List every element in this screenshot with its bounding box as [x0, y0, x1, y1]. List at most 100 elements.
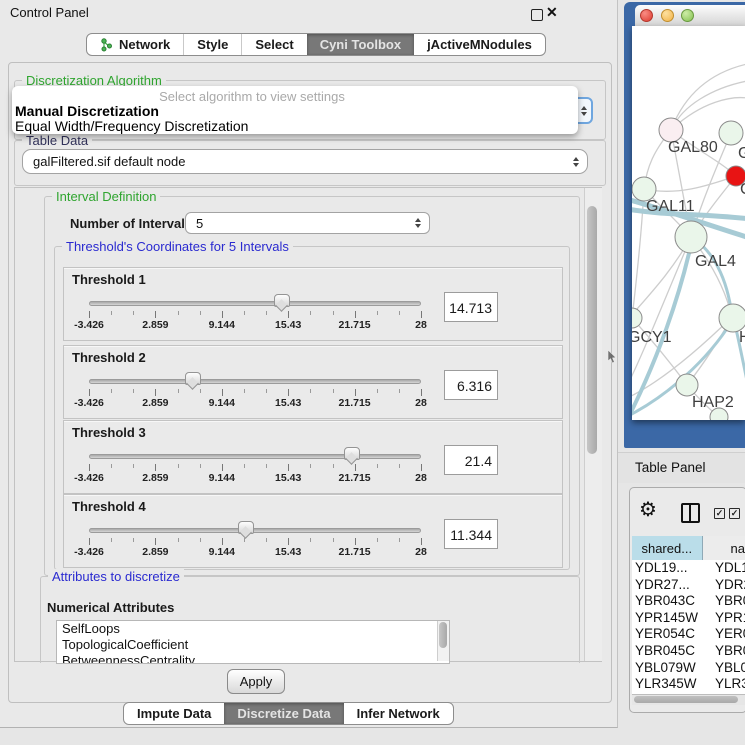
table-hscrollbar-thumb[interactable]	[634, 696, 738, 703]
settings-scrollbar-thumb[interactable]	[587, 206, 597, 454]
close-window-icon[interactable]: ✕	[546, 4, 558, 21]
slider-tick	[355, 538, 356, 545]
slider-tick	[310, 464, 311, 468]
tick-label: 28	[391, 397, 451, 409]
table-row[interactable]: YDL19...YDL1	[632, 560, 745, 577]
table-row[interactable]: YLR345WYLR3	[632, 676, 745, 693]
cell-name[interactable]: YER0	[714, 626, 745, 643]
float-window-icon[interactable]	[531, 9, 543, 21]
close-traffic-light-icon[interactable]	[640, 9, 653, 22]
slider-tick	[355, 464, 356, 471]
tick-label: 9.144	[192, 319, 252, 331]
table-row[interactable]: YBR045CYBR0	[632, 643, 745, 660]
slider-track[interactable]	[89, 528, 421, 533]
attribute-item[interactable]: TopologicalCoefficient	[57, 637, 449, 653]
attribute-item[interactable]: SelfLoops	[57, 621, 449, 637]
algorithm-option-equal-width[interactable]: Equal Width/Frequency Discretization	[15, 118, 248, 134]
slider-thumb[interactable]	[185, 372, 201, 385]
cell-name[interactable]: YPR1	[714, 610, 745, 627]
table-hscrollbar-track[interactable]	[632, 694, 745, 705]
threshold-value-field[interactable]: 21.4	[444, 445, 498, 475]
mouse-cursor	[607, 350, 618, 364]
tab-network[interactable]: Network	[87, 34, 183, 55]
apply-button[interactable]: Apply	[227, 669, 285, 694]
cell-shared-name[interactable]: YLR345W	[632, 676, 714, 693]
zoom-traffic-light-icon[interactable]	[681, 9, 694, 22]
slider-tick	[178, 464, 179, 468]
slider-thumb[interactable]	[344, 447, 360, 460]
stepper-arrows-icon	[415, 215, 421, 231]
column-header-name[interactable]: na	[703, 536, 745, 560]
cell-shared-name[interactable]: YBL079W	[632, 660, 714, 677]
table-row[interactable]: YBR043CYBR0	[632, 593, 745, 610]
network-node[interactable]	[632, 308, 642, 328]
cell-shared-name[interactable]: YER054C	[632, 626, 714, 643]
column-header-shared-name[interactable]: shared...	[632, 536, 703, 560]
slider-thumb[interactable]	[238, 521, 254, 534]
tick-label: 9.144	[192, 397, 252, 409]
threshold-value-field[interactable]: 11.344	[444, 519, 498, 549]
table-panel-title: Table Panel	[635, 460, 706, 475]
network-view-window[interactable]: GAL80 G GAL11 C GAL4 GCY1 H HAP2	[624, 2, 745, 448]
slider-track[interactable]	[89, 454, 421, 459]
slider-tick	[333, 464, 334, 468]
numerical-attributes-list[interactable]: SelfLoopsTopologicalCoefficientBetweenne…	[56, 620, 450, 664]
table-row[interactable]: YBL079WYBL0	[632, 660, 745, 677]
slider-tick	[421, 464, 422, 471]
network-node[interactable]	[719, 304, 745, 332]
table-data-combobox[interactable]: galFiltered.sif default node	[22, 149, 588, 174]
slider-tick	[288, 311, 289, 318]
cell-name[interactable]: YDL1	[714, 560, 745, 577]
cell-name[interactable]: YBL0	[714, 660, 745, 677]
minimize-traffic-light-icon[interactable]	[661, 9, 674, 22]
network-node[interactable]	[676, 374, 698, 396]
checkbox-icon[interactable]: ✓	[714, 508, 725, 519]
threshold-value-field[interactable]: 6.316	[444, 370, 498, 400]
tab-style-label: Style	[197, 37, 228, 52]
tab-infer-network[interactable]: Infer Network	[344, 703, 453, 724]
network-node[interactable]	[719, 121, 743, 145]
attribute-item[interactable]: BetweennessCentrality	[57, 653, 449, 664]
cell-shared-name[interactable]: YBR045C	[632, 643, 714, 660]
slider-tick	[377, 464, 378, 468]
cell-name[interactable]: YBR0	[714, 593, 745, 610]
tab-select[interactable]: Select	[241, 34, 306, 55]
attributes-scrollbar-thumb[interactable]	[439, 622, 447, 648]
checkbox-icon[interactable]: ✓	[729, 508, 740, 519]
tab-impute-data[interactable]: Impute Data	[124, 703, 224, 724]
tab-style[interactable]: Style	[183, 34, 241, 55]
threshold-label: Threshold 2	[72, 350, 146, 365]
tab-jactivemnodules[interactable]: jActiveMNodules	[414, 34, 545, 55]
cell-name[interactable]: YLR3	[714, 676, 745, 693]
threshold-value-field[interactable]: 14.713	[444, 292, 498, 322]
network-canvas[interactable]: GAL80 G GAL11 C GAL4 GCY1 H HAP2	[632, 26, 745, 420]
cell-shared-name[interactable]: YPR145W	[632, 610, 714, 627]
slider-tick	[155, 538, 156, 545]
table-row[interactable]: YER054CYER0	[632, 626, 745, 643]
tick-label: 2.859	[125, 397, 185, 409]
tab-cyni-toolbox[interactable]: Cyni Toolbox	[307, 34, 414, 55]
slider-tick	[133, 464, 134, 468]
network-window-titlebar	[635, 5, 745, 27]
tab-discretize-data[interactable]: Discretize Data	[224, 703, 343, 724]
column-layout-icon[interactable]	[681, 503, 700, 523]
table-row[interactable]: YDR27...YDR2	[632, 577, 745, 594]
network-node[interactable]	[675, 221, 707, 253]
slider-tick	[222, 538, 223, 545]
cell-shared-name[interactable]: YDL19...	[632, 560, 714, 577]
algorithm-option-manual[interactable]: Manual Discretization	[15, 103, 159, 119]
slider-track[interactable]	[89, 301, 421, 306]
node-label-gal80: GAL80	[668, 139, 718, 156]
gear-icon[interactable]: ⚙	[639, 500, 657, 520]
table-row[interactable]: YPR145WYPR1	[632, 610, 745, 627]
slider-thumb[interactable]	[274, 294, 290, 307]
control-panel-window: Control Panel ✕ Network Style Select Cyn…	[0, 0, 618, 728]
number-of-intervals-combobox[interactable]: 5	[185, 212, 430, 234]
slider-tick	[333, 538, 334, 542]
cell-name[interactable]: YDR2	[714, 577, 745, 594]
cell-shared-name[interactable]: YBR043C	[632, 593, 714, 610]
cell-shared-name[interactable]: YDR27...	[632, 577, 714, 594]
cell-name[interactable]: YBR0	[714, 643, 745, 660]
slider-tick	[377, 538, 378, 542]
slider-track[interactable]	[89, 379, 421, 384]
